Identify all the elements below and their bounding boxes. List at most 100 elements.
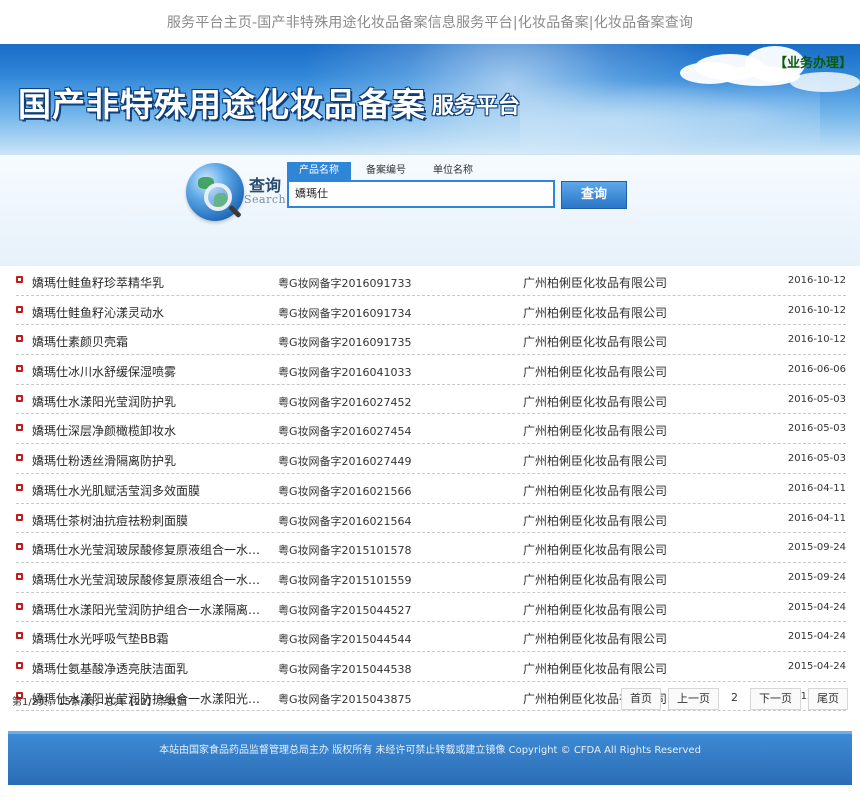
bullet-icon bbox=[16, 394, 23, 402]
bullet-icon bbox=[16, 661, 23, 669]
product-name-link[interactable]: 嬌瑪仕水漾阳光莹润防护乳 bbox=[32, 393, 272, 410]
company-name: 广州柏俐臣化妆品有限公司 bbox=[523, 483, 668, 498]
table-row[interactable]: 嬌瑪仕深层净颜橄榄卸妆水 粤G妆网备字2016027454 广州柏俐臣化妆品有限公司… bbox=[16, 414, 846, 445]
prev-page-button[interactable]: 上一页 bbox=[668, 688, 719, 710]
bullet-icon bbox=[16, 365, 23, 373]
record-number: 粤G妆网备字2016041033 bbox=[278, 366, 412, 380]
bullet-icon bbox=[16, 424, 23, 432]
table-row[interactable]: 嬌瑪仕水漾阳光莹润防护乳 粤G妆网备字2016027452 广州柏俐臣化妆品有限公司… bbox=[16, 385, 846, 415]
bullet-icon bbox=[16, 335, 23, 343]
record-number: 粤G妆网备字2016021566 bbox=[278, 484, 412, 498]
record-date: 2016-05-03 bbox=[787, 423, 846, 435]
record-number: 粤G妆网备字2015044538 bbox=[278, 662, 412, 676]
table-row[interactable]: 嬌瑪仕鲑鱼籽珍萃精华乳 粤G妆网备字2016091733 广州柏俐臣化妆品有限公司 2… bbox=[16, 266, 846, 296]
product-name-link[interactable]: 嬌瑪仕水光莹润玻尿酸修复原液组合一水… bbox=[32, 571, 272, 588]
bullet-icon bbox=[16, 483, 23, 491]
table-row[interactable]: 嬌瑪仕茶树油抗痘祛粉刺面膜 粤G妆网备字2016021564 广州柏俐臣化妆品有限公… bbox=[16, 504, 846, 534]
business-link[interactable]: 【业务办理】 bbox=[774, 52, 852, 71]
tab-company-name[interactable]: 单位名称 bbox=[421, 162, 485, 180]
bullet-icon bbox=[16, 513, 23, 521]
banner: 国产非特殊用途化妆品备案 服务平台 【业务办理】 bbox=[0, 44, 860, 154]
magnifier-icon bbox=[204, 183, 232, 211]
record-date: 2015-09-24 bbox=[787, 571, 846, 583]
company-name: 广州柏俐臣化妆品有限公司 bbox=[523, 661, 668, 676]
product-name-link[interactable]: 嬌瑪仕鲑鱼籽沁漾灵动水 bbox=[32, 304, 272, 321]
pagination: 第1/2页，15条/页，总共【22】条数据 首页 上一页 2 下一页 尾页 bbox=[12, 688, 848, 712]
page-number[interactable]: 2 bbox=[726, 688, 743, 710]
record-date: 2016-04-11 bbox=[787, 512, 846, 524]
record-number: 粤G妆网备字2016021564 bbox=[278, 514, 412, 528]
company-name: 广州柏俐臣化妆品有限公司 bbox=[523, 454, 668, 469]
company-name: 广州柏俐臣化妆品有限公司 bbox=[523, 572, 668, 587]
last-page-button[interactable]: 尾页 bbox=[808, 688, 848, 710]
table-row[interactable]: 嬌瑪仕鲑鱼籽沁漾灵动水 粤G妆网备字2016091734 广州柏俐臣化妆品有限公司 2… bbox=[16, 296, 846, 326]
bullet-icon bbox=[16, 276, 23, 283]
product-name-link[interactable]: 嬌瑪仕水光呼吸气垫BB霜 bbox=[32, 630, 272, 647]
search-button[interactable]: 查询 bbox=[561, 181, 627, 209]
company-name: 广州柏俐臣化妆品有限公司 bbox=[523, 276, 668, 290]
record-number: 粤G妆网备字2015044544 bbox=[278, 633, 412, 647]
search-input[interactable]: 嬌瑪仕 bbox=[287, 180, 555, 208]
table-row[interactable]: 嬌瑪仕粉透丝滑隔离防护乳 粤G妆网备字2016027449 广州柏俐臣化妆品有限公司… bbox=[16, 444, 846, 474]
company-name: 广州柏俐臣化妆品有限公司 bbox=[523, 365, 668, 380]
product-name-link[interactable]: 嬌瑪仕茶树油抗痘祛粉刺面膜 bbox=[32, 512, 272, 529]
banner-main-title: 国产非特殊用途化妆品备案 bbox=[18, 85, 426, 124]
bullet-icon bbox=[16, 305, 23, 313]
record-number: 粤G妆网备字2016091735 bbox=[278, 336, 412, 350]
table-row[interactable]: 嬌瑪仕水光肌赋活莹润多效面膜 粤G妆网备字2016021566 广州柏俐臣化妆品有限… bbox=[16, 474, 846, 504]
record-date: 2015-04-24 bbox=[787, 601, 846, 613]
search-panel: 查询 Search 产品名称 备案编号 单位名称 嬌瑪仕 查询 bbox=[0, 154, 860, 266]
record-date: 2016-04-11 bbox=[787, 482, 846, 494]
company-name: 广州柏俐臣化妆品有限公司 bbox=[523, 602, 668, 617]
record-date: 2016-06-06 bbox=[787, 364, 846, 376]
record-number: 粤G妆网备字2016091734 bbox=[278, 306, 412, 320]
record-number: 粤G妆网备字2016027454 bbox=[278, 425, 412, 439]
table-row[interactable]: 嬌瑪仕水光呼吸气垫BB霜 粤G妆网备字2015044544 广州柏俐臣化妆品有限公司… bbox=[16, 622, 846, 652]
banner-sub-title: 服务平台 bbox=[432, 93, 521, 119]
company-name: 广州柏俐臣化妆品有限公司 bbox=[523, 632, 668, 647]
banner-world-map bbox=[520, 74, 820, 154]
company-name: 广州柏俐臣化妆品有限公司 bbox=[523, 513, 668, 528]
product-name-link[interactable]: 嬌瑪仕水光莹润玻尿酸修复原液组合一水… bbox=[32, 541, 272, 558]
record-date: 2016-10-12 bbox=[787, 304, 846, 316]
company-name: 广州柏俐臣化妆品有限公司 bbox=[523, 335, 668, 350]
record-date: 2016-10-12 bbox=[787, 334, 846, 346]
page-top-title: 服务平台主页-国产非特殊用途化妆品备案信息服务平台|化妆品备案|化妆品备案查询 bbox=[166, 15, 694, 31]
record-date: 2016-10-12 bbox=[787, 275, 846, 286]
product-name-link[interactable]: 嬌瑪仕冰川水舒缓保湿喷雾 bbox=[32, 363, 272, 380]
table-row[interactable]: 嬌瑪仕水漾阳光莹润防护组合一水漾隔离… 粤G妆网备字2015044527 广州柏俐臣… bbox=[16, 593, 846, 623]
bullet-icon bbox=[16, 454, 23, 462]
bullet-icon bbox=[16, 543, 23, 551]
footer: 本站由国家食品药品监督管理总局主办 版权所有 未经许可禁止转载或建立镜像 Cop… bbox=[8, 731, 852, 785]
bullet-icon bbox=[16, 602, 23, 610]
record-number: 粤G妆网备字2016091733 bbox=[278, 277, 412, 290]
search-tabs: 产品名称 备案编号 单位名称 bbox=[287, 162, 488, 180]
record-number: 粤G妆网备字2016027452 bbox=[278, 395, 412, 409]
pagination-info: 第1/2页，15条/页，总共【22】条数据 bbox=[12, 697, 187, 708]
company-name: 广州柏俐臣化妆品有限公司 bbox=[523, 394, 668, 409]
table-row[interactable]: 嬌瑪仕水光莹润玻尿酸修复原液组合一水… 粤G妆网备字2015101559 广州柏俐臣… bbox=[16, 563, 846, 593]
product-name-link[interactable]: 嬌瑪仕粉透丝滑隔离防护乳 bbox=[32, 452, 272, 469]
product-name-link[interactable]: 嬌瑪仕氨基酸净透亮肤洁面乳 bbox=[32, 660, 272, 677]
product-name-link[interactable]: 嬌瑪仕水漾阳光莹润防护组合一水漾隔离… bbox=[32, 601, 272, 618]
record-date: 2016-05-03 bbox=[787, 453, 846, 465]
tab-product-name[interactable]: 产品名称 bbox=[287, 162, 351, 180]
banner-cloud bbox=[790, 72, 860, 92]
footer-copyright: 本站由国家食品药品监督管理总局主办 版权所有 未经许可禁止转载或建立镜像 Cop… bbox=[159, 745, 701, 756]
tab-record-number[interactable]: 备案编号 bbox=[354, 162, 418, 180]
record-number: 粤G妆网备字2015044527 bbox=[278, 603, 412, 617]
table-row[interactable]: 嬌瑪仕素颜贝壳霜 粤G妆网备字2016091735 广州柏俐臣化妆品有限公司 2016… bbox=[16, 325, 846, 356]
company-name: 广州柏俐臣化妆品有限公司 bbox=[523, 424, 668, 439]
product-name-link[interactable]: 嬌瑪仕素颜贝壳霜 bbox=[32, 333, 272, 350]
product-name-link[interactable]: 嬌瑪仕鲑鱼籽珍萃精华乳 bbox=[32, 274, 272, 291]
first-page-button[interactable]: 首页 bbox=[621, 688, 661, 710]
table-row[interactable]: 嬌瑪仕氨基酸净透亮肤洁面乳 粤G妆网备字2015044538 广州柏俐臣化妆品有限公… bbox=[16, 652, 846, 682]
record-date: 2015-04-24 bbox=[787, 631, 846, 643]
product-name-link[interactable]: 嬌瑪仕水光肌赋活莹润多效面膜 bbox=[32, 482, 272, 499]
next-page-button[interactable]: 下一页 bbox=[750, 688, 801, 710]
product-name-link[interactable]: 嬌瑪仕深层净颜橄榄卸妆水 bbox=[32, 422, 272, 439]
record-date: 2015-04-24 bbox=[787, 660, 846, 672]
table-row[interactable]: 嬌瑪仕水光莹润玻尿酸修复原液组合一水… 粤G妆网备字2015101578 广州柏俐臣… bbox=[16, 533, 846, 563]
record-date: 2015-09-24 bbox=[787, 542, 846, 554]
table-row[interactable]: 嬌瑪仕冰川水舒缓保湿喷雾 粤G妆网备字2016041033 广州柏俐臣化妆品有限公司… bbox=[16, 355, 846, 385]
